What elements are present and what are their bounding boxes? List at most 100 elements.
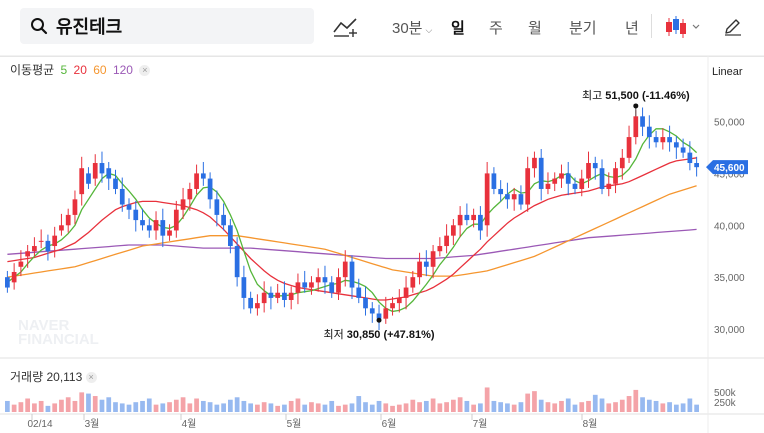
volume-bar (288, 400, 294, 412)
volume-bar (255, 404, 260, 412)
candle-body (430, 251, 436, 267)
candle-body (363, 297, 368, 309)
volume-bar (363, 402, 368, 412)
candle-body (221, 214, 226, 226)
candle-body (52, 235, 58, 247)
volume-bar (369, 404, 375, 412)
volume-bar (59, 399, 64, 412)
price-chart[interactable]: NAVERFINANCIAL50,00045,00040,00035,00030… (0, 0, 764, 433)
volume-bar (207, 402, 213, 412)
volume-bar (268, 403, 274, 412)
candle-body (450, 225, 456, 236)
candle-body (592, 163, 598, 169)
candle-body (505, 194, 510, 200)
candle-body (478, 214, 483, 231)
candle-body (72, 199, 78, 215)
candle-body (694, 163, 699, 168)
candle-body (417, 261, 422, 278)
volume-bar (390, 405, 395, 412)
candle-body (579, 178, 585, 189)
volume-bar (214, 404, 220, 412)
candle-body (457, 214, 463, 226)
volume-bar (613, 402, 618, 412)
volume-bar (234, 397, 240, 412)
volume-bar (11, 404, 17, 412)
volume-bar (356, 396, 362, 412)
candle-body (173, 209, 179, 231)
volume-tick-label: 250k (714, 398, 737, 409)
candle-body (336, 277, 341, 293)
volume-bar (511, 404, 517, 412)
candle-body (356, 287, 362, 298)
volume-bar (376, 400, 382, 412)
volume-bar (79, 392, 85, 412)
volume-bar (673, 404, 679, 412)
candle-body (640, 116, 645, 127)
volume-bar (505, 403, 510, 412)
watermark-line2: FINANCIAL (18, 331, 99, 348)
volume-bar (383, 403, 389, 412)
x-tick-label: 4월 (182, 418, 197, 430)
candle-body (586, 163, 591, 179)
volume-bar (200, 400, 206, 412)
candle-body (349, 261, 355, 288)
candle-body (99, 163, 105, 174)
candle-body (545, 183, 551, 189)
x-tick-label: 7월 (473, 418, 488, 430)
candle-body (471, 214, 476, 221)
candle-body (403, 287, 409, 298)
volume-bar (694, 404, 699, 412)
candle-body (282, 292, 287, 300)
candle-body (106, 168, 112, 179)
candle-body (45, 240, 51, 252)
volume-bar (349, 403, 355, 412)
candle-body (606, 183, 612, 189)
candle-body (207, 178, 213, 200)
volume-bar (180, 397, 186, 412)
volume-bar (667, 402, 672, 412)
volume-bar (140, 400, 145, 412)
candle-body (5, 277, 10, 288)
volume-bar (329, 400, 335, 412)
close-volume-legend-icon[interactable]: × (85, 372, 97, 384)
y-tick-label: 30,000 (714, 325, 745, 336)
volume-bar (133, 402, 139, 412)
volume-bar (18, 402, 24, 412)
candle-body (194, 173, 199, 189)
candle-body (687, 152, 693, 164)
volume-bar (626, 396, 632, 412)
candle-body (423, 261, 429, 267)
volume-bar (52, 403, 58, 412)
current-price-label: 45,600 (714, 163, 745, 174)
candle-body (187, 188, 193, 200)
candle-body (25, 251, 31, 257)
candle-body (532, 157, 537, 169)
volume-bar (471, 404, 476, 412)
candle-body (133, 209, 139, 221)
volume-bar (187, 403, 193, 412)
candle-body (552, 178, 558, 184)
volume-bar (579, 402, 585, 412)
candle-body (599, 168, 605, 189)
candle-body (32, 246, 37, 252)
volume-bar (559, 400, 564, 412)
candle-body (59, 225, 64, 231)
volume-bar (410, 399, 416, 412)
candle-body (464, 214, 470, 221)
candle-body (613, 168, 618, 184)
candle-body (525, 168, 531, 205)
low-annotation: 최저 30,850 (+47.81%) (323, 328, 434, 341)
candle-body (491, 173, 497, 189)
candle-body (484, 173, 490, 226)
volume-bar (65, 397, 71, 412)
volume-bar (113, 402, 118, 412)
volume-bar (640, 397, 645, 412)
volume-bar (518, 402, 524, 412)
volume-bar (282, 404, 287, 412)
candle-body (498, 188, 504, 195)
candle-body (309, 282, 314, 288)
candle-body (288, 292, 294, 300)
volume-bar (261, 402, 267, 412)
candle-body (146, 225, 152, 231)
volume-bar (167, 402, 172, 412)
